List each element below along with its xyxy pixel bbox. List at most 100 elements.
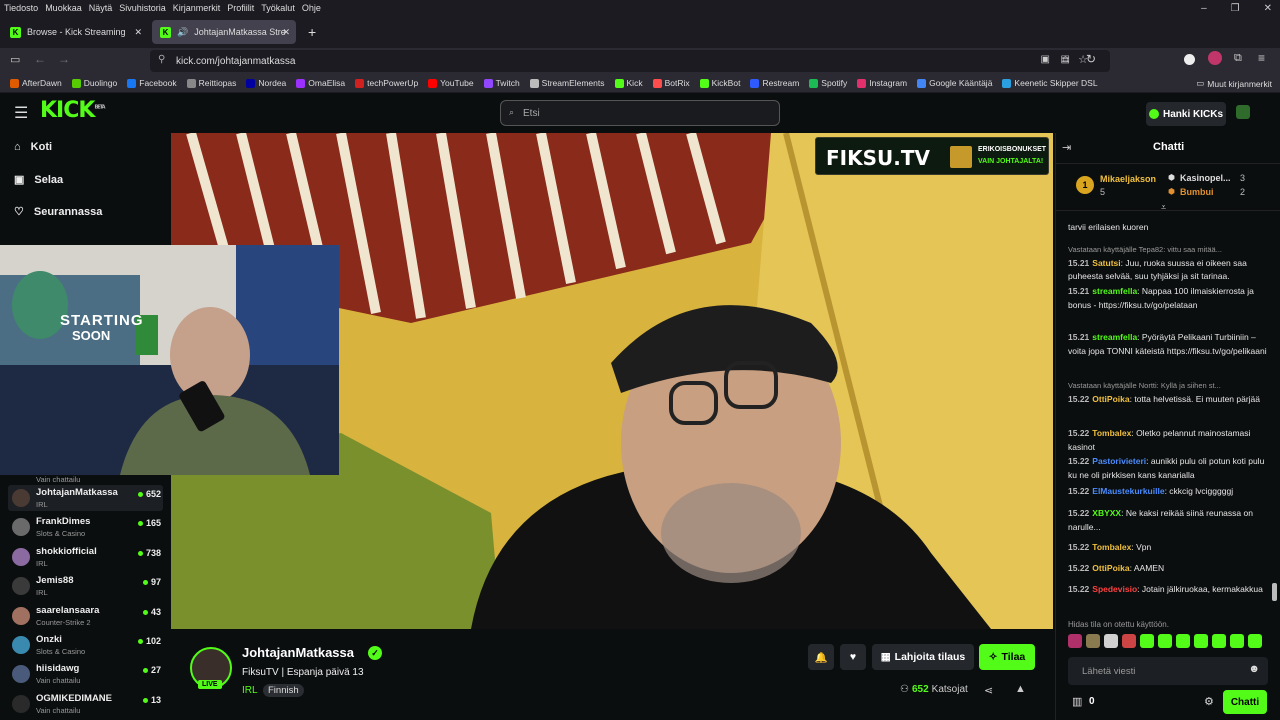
sidebar-channel-item[interactable]: saarelansaara Counter-Strike 2 43: [8, 603, 163, 629]
category-link[interactable]: IRL: [242, 685, 258, 696]
collapse-chat-icon[interactable]: ⇥: [1062, 141, 1071, 154]
bookmark-item[interactable]: KickBot: [699, 78, 740, 88]
emote-icon[interactable]: [1248, 634, 1262, 648]
bookmark-item[interactable]: Nordea: [246, 78, 286, 88]
sidebar-channel-item[interactable]: OGMIKEDIMANE Vain chattailu 13: [8, 691, 163, 717]
menu-item[interactable]: Tiedosto: [4, 3, 38, 13]
menu-item[interactable]: Muokkaa: [45, 3, 82, 13]
sidebar-channel-item[interactable]: hiisidawg Vain chattailu 27: [8, 661, 163, 687]
app-menu-icon[interactable]: ≡: [1258, 51, 1265, 65]
report-icon[interactable]: ▲: [1015, 683, 1026, 695]
bookmark-item[interactable]: StreamElements: [529, 78, 605, 88]
tab-browse[interactable]: K Browse - Kick Streaming ✕: [2, 20, 148, 44]
chat-scrollbar[interactable]: [1272, 583, 1277, 601]
reload-icon[interactable]: ↻: [1086, 52, 1096, 66]
menu-item[interactable]: Työkalut: [261, 3, 295, 13]
other-bookmarks[interactable]: ▭ Muut kirjanmerkit: [1196, 78, 1272, 89]
bookmark-item[interactable]: Google Kääntäjä: [917, 78, 992, 88]
audio-icon[interactable]: 🔊: [177, 27, 188, 38]
sidebar-channel-item[interactable]: shokkiofficial IRL 738: [8, 544, 163, 570]
message-username[interactable]: XBYXX: [1092, 508, 1121, 518]
sidebar-channel-item[interactable]: JohtajanMatkassa IRL 652: [8, 485, 163, 511]
emote-icon[interactable]: [1158, 634, 1172, 648]
follow-heart-button[interactable]: ♥: [840, 644, 866, 670]
leader-name[interactable]: Bumbui: [1180, 187, 1214, 197]
emote-icon[interactable]: [1068, 634, 1082, 648]
notifications-button[interactable]: 🔔: [808, 644, 834, 670]
site-info-icon[interactable]: ⚲: [158, 54, 165, 65]
nav-home[interactable]: ⌂ Koti: [14, 141, 52, 153]
minimize-icon[interactable]: –: [1201, 3, 1207, 14]
bookmark-item[interactable]: Twitch: [483, 78, 520, 88]
emote-icon[interactable]: [1122, 634, 1136, 648]
message-username[interactable]: Spedevisio: [1092, 584, 1137, 594]
emoji-icon[interactable]: ☻: [1248, 663, 1260, 675]
sidebar-toggle-icon[interactable]: ▭: [10, 53, 20, 66]
chat-input[interactable]: Lähetä viesti ☻: [1068, 657, 1268, 685]
bookmark-item[interactable]: Restream: [750, 78, 799, 88]
bookmark-item[interactable]: Spotify: [809, 78, 847, 88]
avatar[interactable]: [1236, 105, 1250, 119]
message-username[interactable]: Tombalex: [1092, 542, 1131, 552]
message-username[interactable]: streamfella: [1092, 332, 1137, 342]
screenshot-icon[interactable]: ▣: [1041, 54, 1050, 65]
bookmark-item[interactable]: techPowerUp: [355, 78, 418, 88]
sidebar-channel-item[interactable]: FrankDimes Slots & Casino 165: [8, 514, 163, 540]
sponsor-banner[interactable]: FIKSU.TV ERIKOISBONUKSET VAIN JOHTAJALTA…: [815, 137, 1049, 175]
leader-name[interactable]: Mikaeljakson: [1100, 174, 1156, 184]
bookmark-item[interactable]: YouTube: [428, 78, 474, 88]
chat-settings-icon[interactable]: ⚙: [1204, 695, 1214, 708]
nav-following[interactable]: ♡ Seurannassa: [14, 205, 102, 219]
share-icon[interactable]: ⋖: [984, 684, 993, 697]
extensions-icon[interactable]: ⧉: [1234, 52, 1242, 65]
bookmark-item[interactable]: OmaElisa: [296, 78, 345, 88]
bookmark-item[interactable]: Instagram: [857, 78, 907, 88]
menu-item[interactable]: Sivuhistoria: [119, 3, 166, 13]
menu-item[interactable]: Ohje: [302, 3, 321, 13]
url-field[interactable]: ⚲ kick.com/johtajanmatkassa ▣ ▤ ☆: [150, 50, 1110, 72]
tab-stream[interactable]: K 🔊 JohtajanMatkassa Stream - ✕: [152, 20, 296, 44]
close-tab-icon[interactable]: ✕: [134, 27, 142, 38]
message-username[interactable]: OttiPoika: [1092, 563, 1129, 573]
message-username[interactable]: Satutsi: [1092, 258, 1120, 268]
sidebar-channel-item[interactable]: Jemis88 IRL 97: [8, 573, 163, 599]
expand-leaderboard-icon[interactable]: ⩡: [1161, 202, 1166, 213]
close-icon[interactable]: ✕: [1264, 3, 1272, 14]
message-username[interactable]: ElMaustekurkuille: [1092, 486, 1164, 496]
kicks-wallet-icon[interactable]: ▥: [1072, 695, 1082, 708]
emote-icon[interactable]: [1104, 634, 1118, 648]
get-kicks-button[interactable]: Hanki KICKs: [1146, 102, 1226, 126]
emote-icon[interactable]: [1086, 634, 1100, 648]
bookmark-item[interactable]: AfterDawn: [10, 78, 62, 88]
menu-item[interactable]: Näytä: [89, 3, 113, 13]
bookmark-item[interactable]: BotRix: [652, 78, 690, 88]
bookmark-item[interactable]: Duolingo: [71, 78, 117, 88]
hamburger-menu-icon[interactable]: ☰: [14, 103, 28, 123]
sidebar-channel-item[interactable]: Onzki Slots & Casino 102: [8, 632, 163, 658]
nav-browse[interactable]: ▣ Selaa: [14, 173, 63, 187]
message-username[interactable]: streamfella: [1092, 286, 1137, 296]
bookmark-item[interactable]: Kick: [614, 78, 643, 88]
account-icon[interactable]: [1184, 54, 1195, 65]
subscribe-button[interactable]: ✧ Tilaa: [979, 644, 1035, 670]
menu-item[interactable]: Kirjanmerkit: [173, 3, 221, 13]
emote-icon[interactable]: [1230, 634, 1244, 648]
kick-logo[interactable]: KICKBETA: [40, 98, 106, 123]
emote-icon[interactable]: [1176, 634, 1190, 648]
forward-icon[interactable]: →: [58, 52, 70, 66]
close-tab-icon[interactable]: ✕: [282, 27, 290, 38]
emote-icon[interactable]: [1194, 634, 1208, 648]
send-chat-button[interactable]: Chatti: [1223, 690, 1267, 714]
message-username[interactable]: OttiPoika: [1092, 394, 1129, 404]
back-icon[interactable]: ←: [34, 52, 46, 66]
search-input[interactable]: ⌕ Etsi: [500, 100, 780, 126]
restore-icon[interactable]: ❐: [1231, 3, 1240, 14]
emote-icon[interactable]: [1212, 634, 1226, 648]
gift-subscription-button[interactable]: ▦ Lahjoita tilaus: [872, 644, 974, 670]
message-username[interactable]: Tombalex: [1092, 428, 1131, 438]
bookmark-item[interactable]: Reittiopas: [186, 78, 236, 88]
new-tab-icon[interactable]: +: [308, 24, 316, 40]
extension-badge-icon[interactable]: [1208, 51, 1222, 65]
emote-icon[interactable]: [1140, 634, 1154, 648]
menu-item[interactable]: Profiilit: [227, 3, 254, 13]
